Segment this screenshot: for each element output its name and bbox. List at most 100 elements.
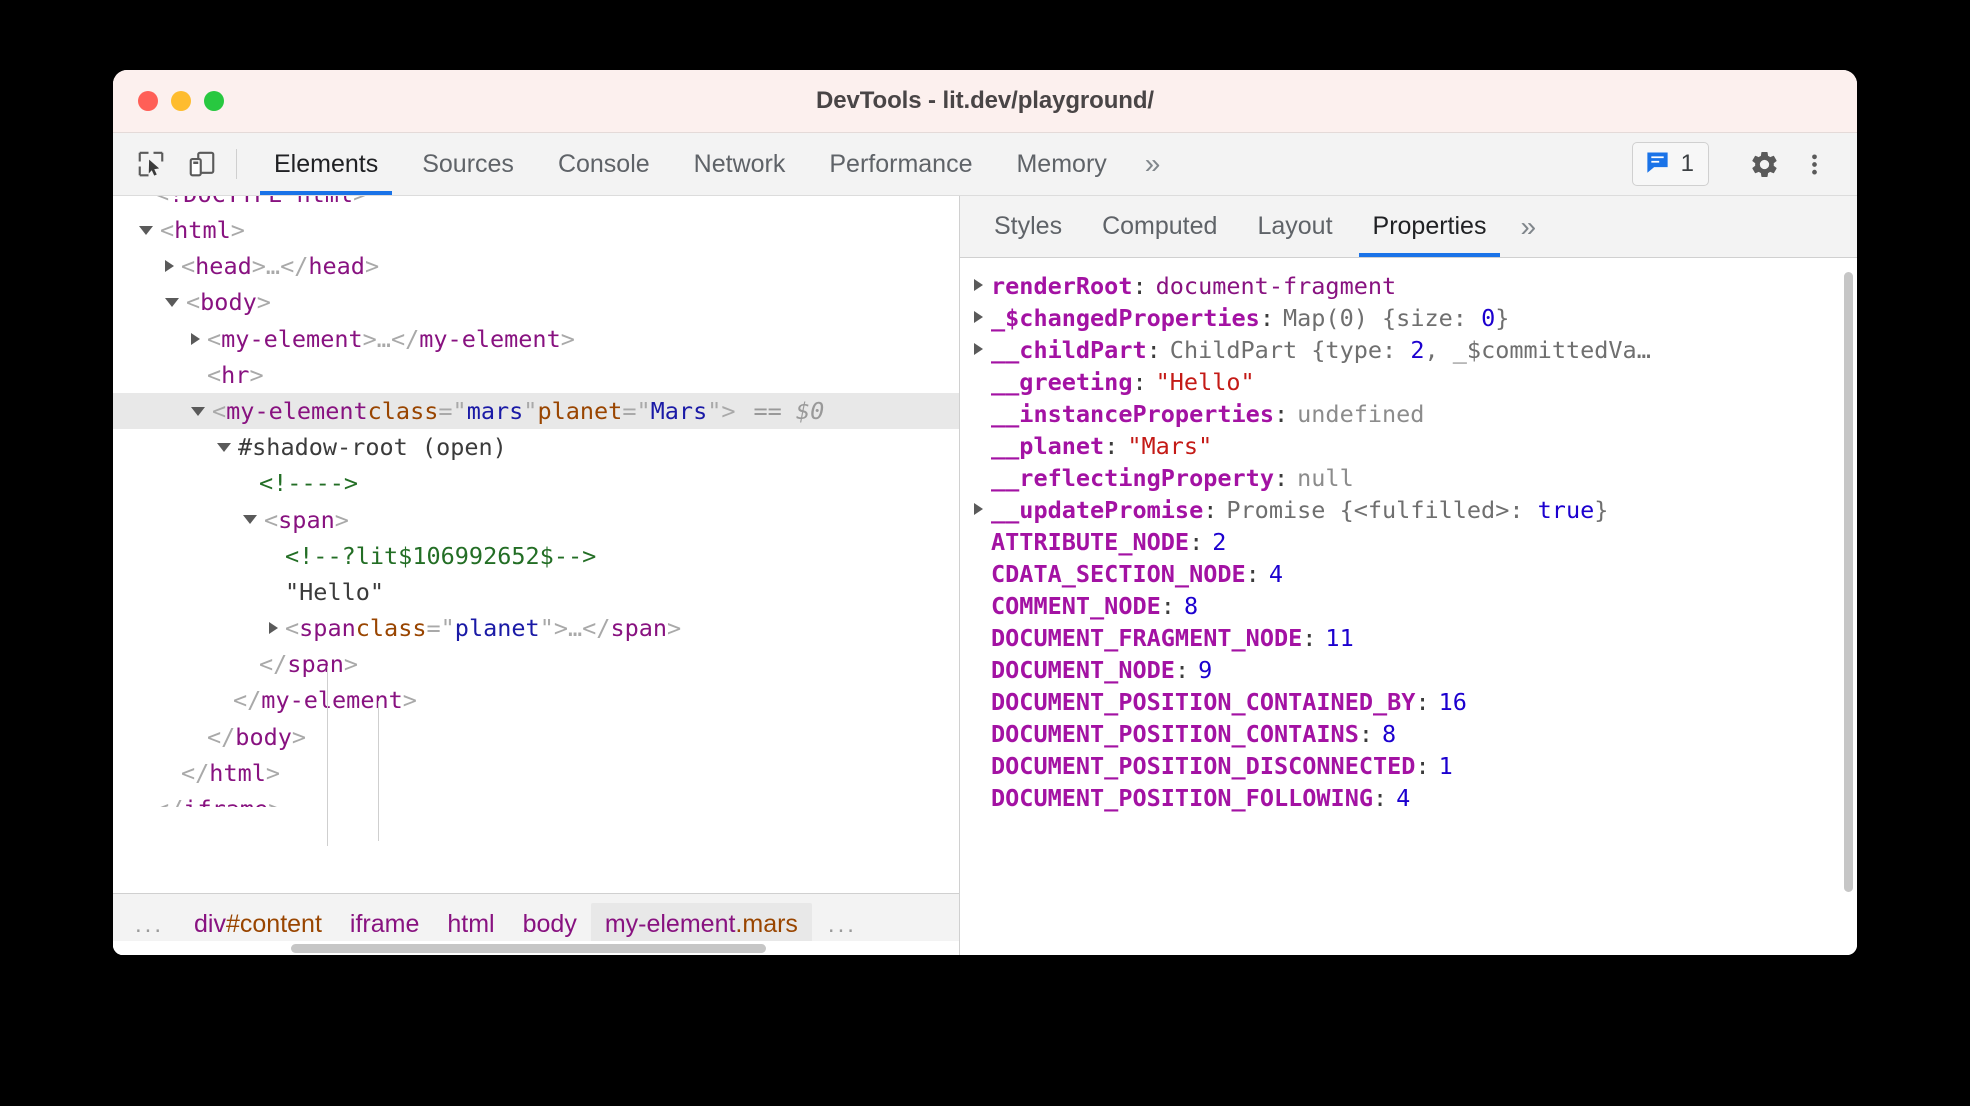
dom-tree-row[interactable]: "Hello" [113, 574, 959, 610]
dom-tree-row[interactable]: < my-element >… </my-element > [113, 321, 959, 357]
property-row[interactable]: __greeting: "Hello" [960, 366, 1857, 398]
breadcrumb-item[interactable]: iframe [336, 903, 433, 946]
property-row[interactable]: DOCUMENT_FRAGMENT_NODE:11 [960, 622, 1857, 654]
dom-tree-row[interactable]: </html > [113, 755, 959, 791]
expand-arrow-icon[interactable] [269, 622, 278, 635]
tab-styles[interactable]: Styles [974, 196, 1082, 257]
property-row[interactable]: DOCUMENT_POSITION_CONTAINED_BY:16 [960, 686, 1857, 718]
tab-sources[interactable]: Sources [400, 133, 536, 195]
expand-arrow-icon[interactable] [974, 279, 983, 291]
property-row[interactable]: CDATA_SECTION_NODE:4 [960, 558, 1857, 590]
collapse-arrow-icon[interactable] [139, 225, 153, 235]
dom-token-punct: " [523, 396, 538, 425]
dom-tree-row-selected[interactable]: < my-element class =" mars " planet =" Mars " > =… [113, 392, 959, 430]
dom-token-punct: =" [622, 396, 651, 425]
more-tabs-chevron-icon[interactable]: » [1129, 133, 1177, 195]
expand-arrow-icon[interactable] [165, 260, 174, 273]
property-row[interactable]: renderRoot: document-fragment [960, 270, 1857, 302]
close-window-button[interactable] [138, 91, 158, 111]
device-toolbar-icon[interactable] [181, 143, 223, 185]
dom-token-tag: my-element [419, 324, 561, 353]
dom-token-tag: my-element [261, 686, 403, 715]
dom-tree-row[interactable]: </body > [113, 719, 959, 755]
property-row[interactable]: COMMENT_NODE:8 [960, 590, 1857, 622]
tab-memory[interactable]: Memory [994, 133, 1128, 195]
dom-tree-row[interactable]: < body > [113, 284, 959, 320]
tab-console[interactable]: Console [536, 133, 672, 195]
tab-computed[interactable]: Computed [1082, 196, 1237, 257]
expand-arrow-icon[interactable] [974, 311, 983, 323]
tab-performance[interactable]: Performance [807, 133, 994, 195]
property-row[interactable]: __childPart: ChildPart {type: 2, _$commit… [960, 334, 1857, 366]
breadcrumb-overflow-left[interactable]: ... [119, 904, 180, 946]
breadcrumb-item[interactable]: html [433, 903, 508, 946]
property-row[interactable]: __planet: "Mars" [960, 430, 1857, 462]
more-sidebar-tabs-chevron-icon[interactable]: » [1506, 196, 1550, 257]
property-row[interactable]: __reflectingProperty: null [960, 462, 1857, 494]
expand-arrow-icon[interactable] [974, 503, 983, 515]
minimize-window-button[interactable] [171, 91, 191, 111]
property-row[interactable]: DOCUMENT_NODE:9 [960, 654, 1857, 686]
expand-arrow-icon[interactable] [974, 343, 983, 355]
collapse-arrow-icon[interactable] [165, 297, 179, 307]
dom-tree-row[interactable]: </span > [113, 646, 959, 682]
scrollbar-thumb[interactable] [291, 944, 766, 953]
breadcrumb-item[interactable]: body [509, 903, 591, 946]
property-row[interactable]: DOCUMENT_POSITION_DISCONNECTED:1 [960, 750, 1857, 782]
window-title: DevTools - lit.dev/playground/ [816, 87, 1154, 114]
breadcrumb-item[interactable]: div#content [180, 903, 336, 946]
breadcrumb-item[interactable]: my-element.mars [590, 903, 812, 946]
dom-token-punct: " [539, 614, 554, 643]
dom-token-punct: =" [438, 396, 467, 425]
collapse-arrow-icon[interactable] [217, 442, 231, 452]
property-name: DOCUMENT_POSITION_FOLLOWING [991, 784, 1374, 812]
gear-icon[interactable] [1740, 140, 1788, 188]
dom-tree-row[interactable]: <!DOCTYPE html> [113, 196, 959, 212]
property-row[interactable]: __updatePromise: Promise {<fulfilled>: tr… [960, 494, 1857, 526]
dom-tree-horizontal-scrollbar[interactable] [113, 941, 959, 955]
collapse-arrow-icon[interactable] [243, 515, 257, 525]
property-value: 11 [1325, 624, 1354, 652]
breadcrumb-tag: body [522, 910, 577, 938]
dom-tree-row[interactable]: < head >… </head > [113, 248, 959, 284]
property-colon: : [1415, 752, 1430, 780]
dom-tree-row[interactable]: <!----> [113, 465, 959, 501]
dom-tree-row[interactable]: </iframe> [113, 791, 959, 807]
dom-tree[interactable]: <!DOCTYPE html><html><head>…</head><body… [113, 196, 959, 893]
tab-properties[interactable]: Properties [1353, 196, 1507, 257]
property-colon: : [1203, 496, 1218, 524]
dom-token-punct: < [186, 288, 201, 317]
collapse-arrow-icon[interactable] [191, 406, 205, 416]
dom-token-punct: > [230, 216, 245, 244]
dom-token-attr: class [355, 614, 427, 643]
inspect-cursor-icon[interactable] [130, 143, 172, 185]
console-messages-button[interactable]: 1 [1631, 142, 1709, 186]
dom-token-punct: … [265, 252, 281, 281]
dom-tree-row[interactable]: #shadow-root (open) [113, 429, 959, 465]
breadcrumb-overflow-right[interactable]: ... [812, 904, 873, 946]
tab-elements[interactable]: Elements [252, 133, 400, 195]
properties-list[interactable]: renderRoot: document-fragment _$changedPro… [960, 258, 1857, 955]
toolbar-divider [236, 149, 237, 179]
property-row[interactable]: DOCUMENT_POSITION_CONTAINS:8 [960, 718, 1857, 750]
dom-tree-row[interactable]: < span class =" planet " >… </span > [113, 610, 959, 646]
property-colon: : [1104, 432, 1119, 460]
property-name: COMMENT_NODE [991, 592, 1161, 620]
property-row[interactable]: DOCUMENT_POSITION_FOLLOWING:4 [960, 782, 1857, 814]
vertical-dots-icon[interactable] [1790, 140, 1838, 188]
expand-arrow-icon[interactable] [191, 332, 200, 345]
properties-vertical-scrollbar[interactable] [1844, 272, 1853, 892]
devtools-panels: <!DOCTYPE html><html><head>…</head><body… [113, 196, 1857, 955]
tab-layout[interactable]: Layout [1237, 196, 1352, 257]
dom-tree-row[interactable]: < span > [113, 502, 959, 538]
property-row[interactable]: _$changedProperties: Map(0) {size: 0} [960, 302, 1857, 334]
tab-network[interactable]: Network [672, 133, 808, 195]
dom-tree-row[interactable]: < html > [113, 212, 959, 248]
property-name: DOCUMENT_POSITION_CONTAINS [991, 720, 1359, 748]
dom-tree-row[interactable]: <!--?lit$106992652$--> [113, 538, 959, 574]
property-row[interactable]: ATTRIBUTE_NODE:2 [960, 526, 1857, 558]
dom-tree-row[interactable]: </my-element > [113, 682, 959, 718]
zoom-window-button[interactable] [204, 91, 224, 111]
property-row[interactable]: __instanceProperties: undefined [960, 398, 1857, 430]
dom-tree-row[interactable]: < hr > [113, 357, 959, 393]
